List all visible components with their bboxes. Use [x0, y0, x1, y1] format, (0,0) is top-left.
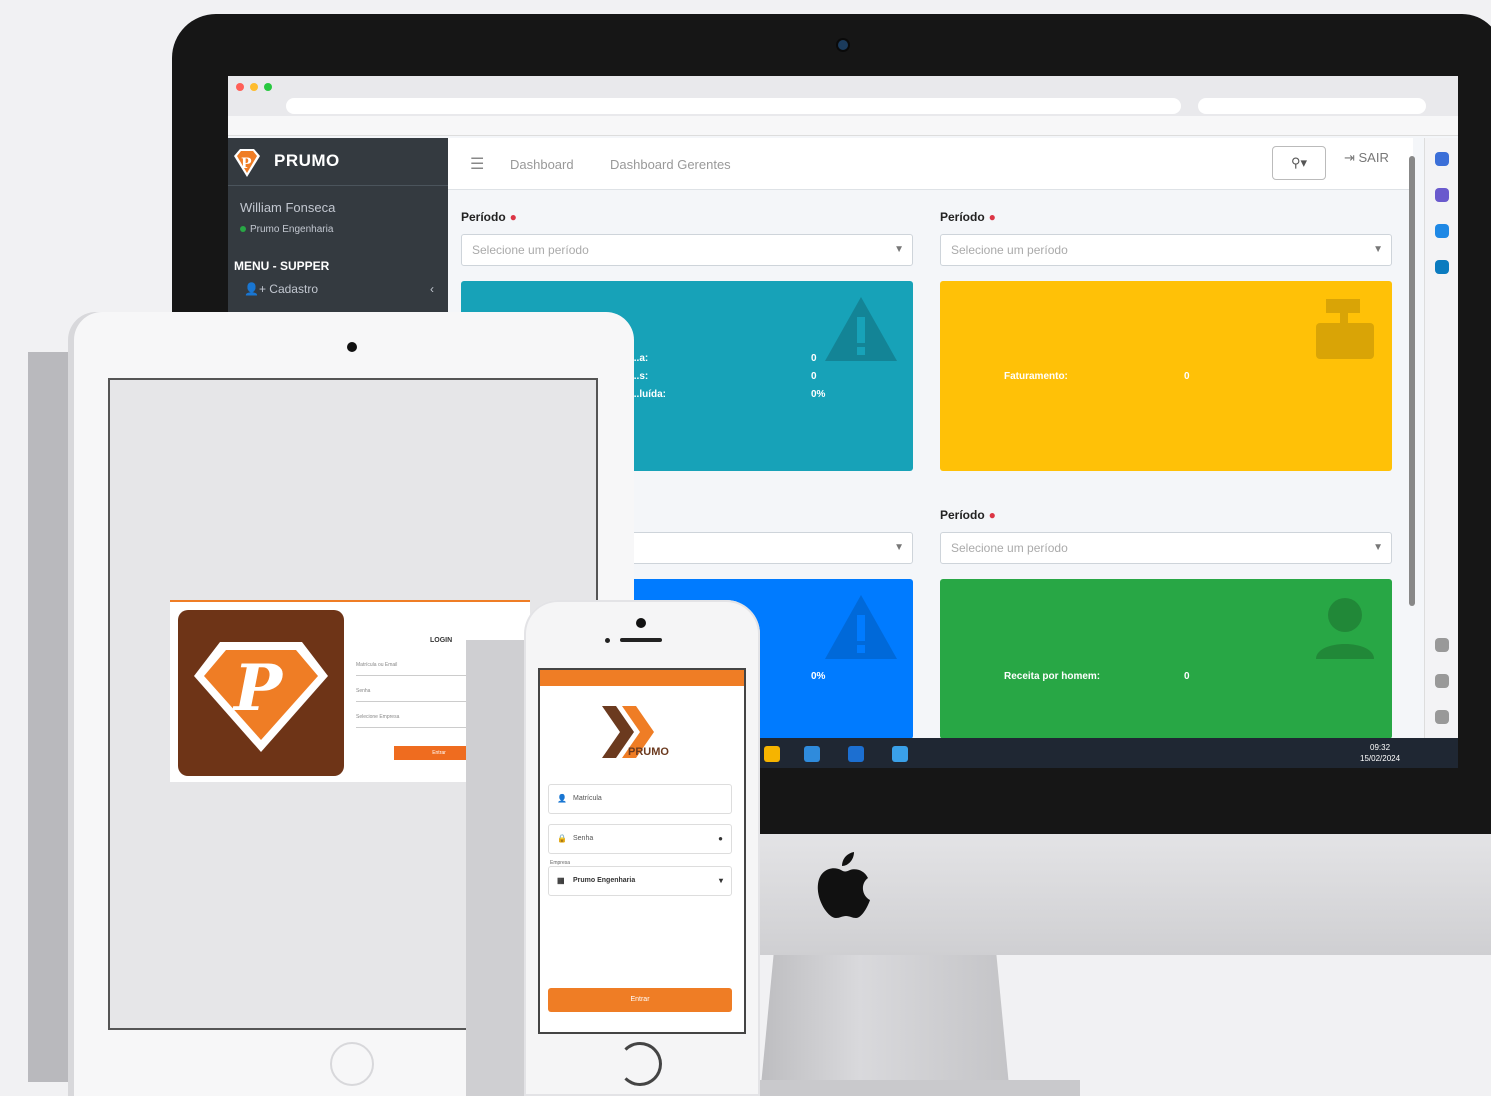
chevron-down-icon: ▼	[894, 542, 904, 553]
page-scrollbar[interactable]	[1409, 156, 1415, 606]
phone-brand-name: PRUMO	[628, 746, 669, 758]
card-row: ...luída: 0%	[631, 389, 826, 400]
imac-camera	[838, 40, 848, 50]
extension-icon[interactable]	[1435, 224, 1449, 238]
maximize-window-icon[interactable]	[264, 83, 272, 91]
user-org: Prumo Engenharia	[240, 224, 333, 235]
chevron-down-icon: ▾	[718, 876, 723, 885]
user-org-label: Prumo Engenharia	[250, 224, 334, 235]
prumo-logo-icon: P	[234, 149, 260, 177]
menu-header: MENU - SUPPER	[234, 259, 330, 273]
mail-icon[interactable]	[804, 746, 820, 762]
logout-button[interactable]: ⇥ SAIR	[1344, 150, 1389, 166]
minimize-window-icon[interactable]	[250, 83, 258, 91]
clock-date: 15/02/2024	[1360, 754, 1401, 763]
search-icon[interactable]	[1435, 152, 1449, 166]
phone-sensor	[605, 638, 610, 643]
warning-icon	[825, 595, 897, 659]
sidebar-item-cadastro[interactable]: 👤+ Cadastro ‹	[244, 282, 434, 296]
period-select-4[interactable]: Selecione um período ▼	[940, 532, 1392, 564]
phone-home-button[interactable]	[618, 1042, 662, 1086]
prumo-logo-icon: P	[194, 642, 328, 752]
chevron-down-icon: ▼	[894, 244, 904, 255]
period-select-1[interactable]: Selecione um período ▼	[461, 234, 913, 266]
browser-chrome	[228, 76, 1458, 136]
chevron-down-icon: ▼	[1373, 542, 1383, 553]
yellow-card: Faturamento: 0	[940, 281, 1392, 471]
user-plus-icon: 👤+	[244, 282, 266, 296]
imac-stand	[760, 940, 1010, 1096]
extension-icon[interactable]	[1435, 188, 1449, 202]
top-navbar: ☰ Dashboard Dashboard Gerentes ⚲▾ ⇥ SAIR	[448, 138, 1413, 190]
phone-status-bar	[540, 670, 744, 686]
tablet-login-title: LOGIN	[430, 637, 453, 644]
sidebar-item-label: Cadastro	[269, 282, 318, 296]
sidebar-toggle-icon[interactable]	[1435, 638, 1449, 652]
skype-icon[interactable]	[848, 746, 864, 762]
logout-icon: ⇥	[1344, 150, 1359, 165]
warning-icon	[825, 297, 897, 361]
phone-speaker	[620, 638, 662, 642]
user-icon	[1316, 598, 1374, 659]
hamburger-menu-icon[interactable]: ☰	[470, 154, 484, 174]
share-icon[interactable]	[1435, 674, 1449, 688]
user-name[interactable]: William Fonseca	[240, 200, 335, 215]
brand-name: PRUMO	[274, 151, 340, 170]
outlook-icon[interactable]	[1435, 260, 1449, 274]
lock-icon: 🔒	[557, 834, 567, 843]
svg-text:P: P	[241, 156, 252, 172]
period-label: Período ●	[461, 210, 517, 224]
cash-register-icon	[1316, 299, 1374, 359]
period-label: Período ●	[940, 508, 996, 522]
brand[interactable]: P PRUMO	[228, 138, 448, 186]
card-row: Receita por homem: 0	[1004, 671, 1190, 682]
user-menu-button[interactable]: ⚲▾	[1272, 146, 1326, 180]
windows-taskbar: 09:32 15/02/2024	[748, 738, 1458, 768]
eye-icon[interactable]: ●	[718, 834, 723, 843]
ipad-camera	[347, 342, 357, 352]
chevron-left-icon: ‹	[430, 282, 434, 296]
card-row: Faturamento: 0	[1004, 371, 1190, 382]
file-explorer-icon[interactable]	[764, 746, 780, 762]
tab-dashboard[interactable]: Dashboard	[510, 157, 574, 172]
logout-label: SAIR	[1358, 150, 1389, 165]
period-select-2[interactable]: Selecione um período ▼	[940, 234, 1392, 266]
browser-extensions-bar	[1424, 138, 1458, 738]
phone-camera	[636, 618, 646, 628]
phone-matricula-field[interactable]: 👤 Matrícula	[548, 784, 732, 814]
gear-icon[interactable]	[1435, 710, 1449, 724]
tablet-logo-box: P	[178, 610, 344, 776]
online-status-icon	[240, 226, 246, 233]
svg-text:P: P	[232, 651, 284, 726]
browser-search-bar[interactable]	[1198, 98, 1426, 114]
green-card: Receita por homem: 0	[940, 579, 1392, 739]
tab-dashboard-gerentes[interactable]: Dashboard Gerentes	[610, 157, 731, 172]
phone-company-select[interactable]: ▦ Prumo Engenharia ▾	[548, 866, 732, 896]
address-line	[228, 116, 1458, 136]
ipad-home-button[interactable]	[330, 1042, 374, 1086]
phone-login-button[interactable]: Entrar	[548, 988, 732, 1012]
building-icon: ▦	[557, 876, 565, 885]
phone-password-field[interactable]: 🔒 Senha ●	[548, 824, 732, 854]
chevron-down-icon: ▼	[1373, 244, 1383, 255]
taskbar-clock[interactable]: 09:32 15/02/2024	[1360, 742, 1400, 764]
user-icon: 👤	[557, 794, 567, 803]
url-bar[interactable]	[286, 98, 1181, 114]
close-window-icon[interactable]	[236, 83, 244, 91]
apple-logo-icon	[817, 852, 870, 918]
clock-time: 09:32	[1370, 743, 1391, 752]
period-label: Período ●	[940, 210, 996, 224]
outlook-icon[interactable]	[892, 746, 908, 762]
